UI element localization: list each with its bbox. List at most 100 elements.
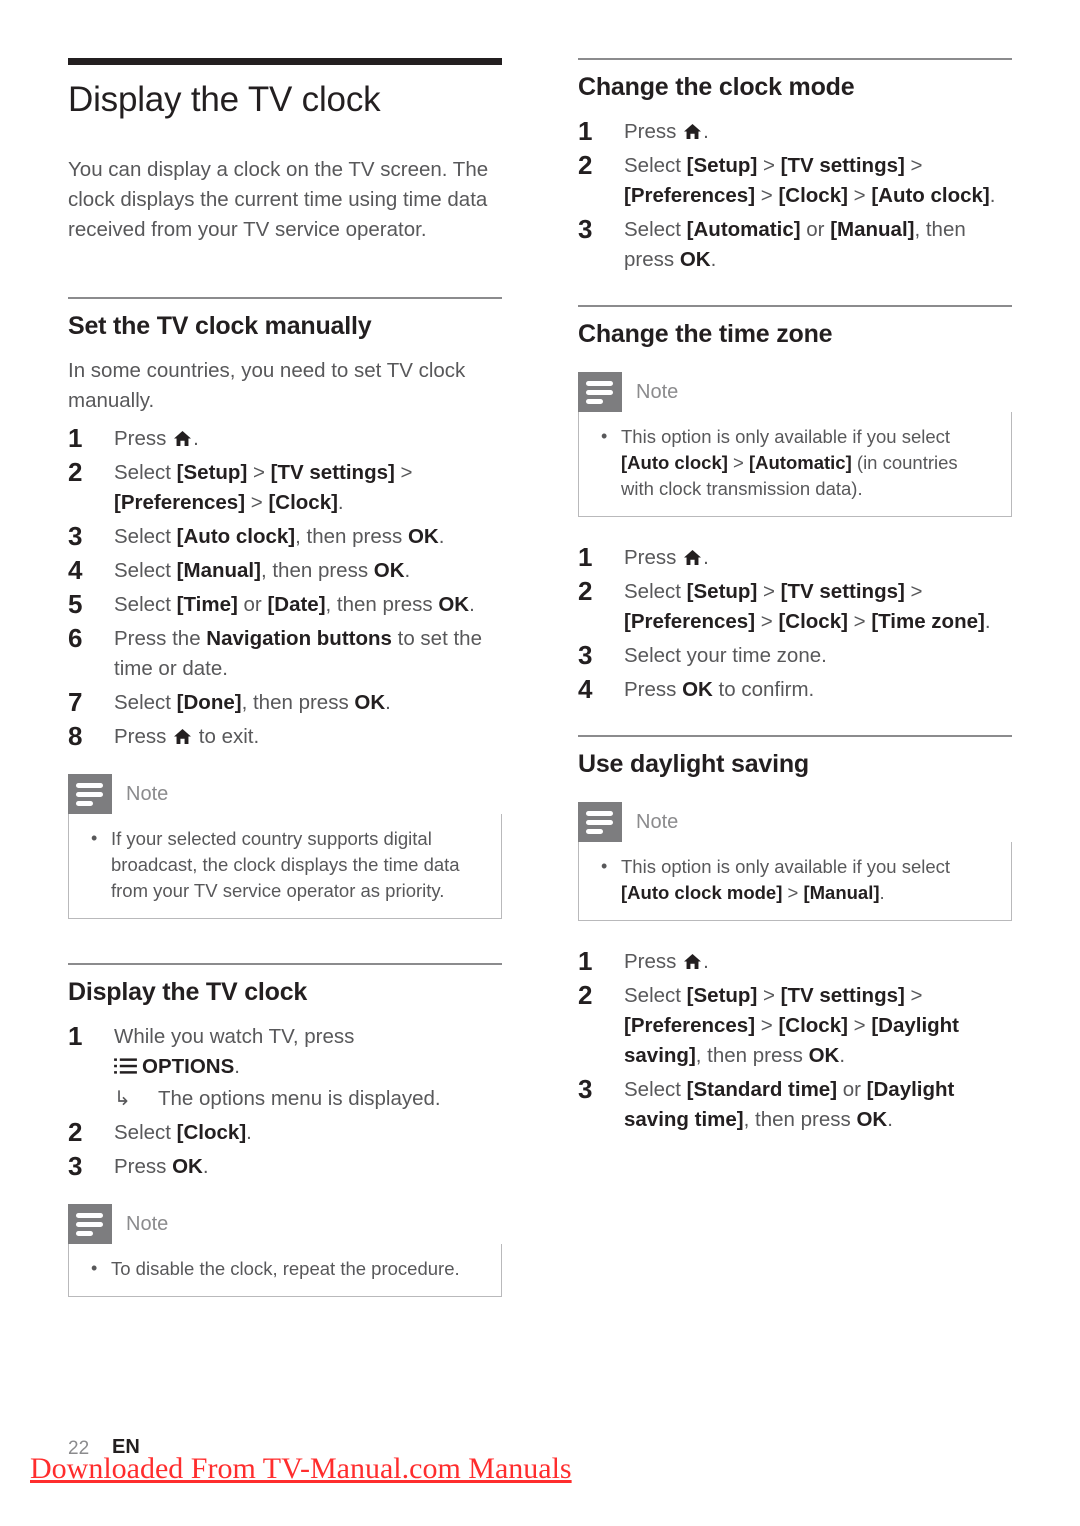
step-number: 3	[68, 521, 83, 551]
list-item: 2 Select [Clock].	[68, 1117, 502, 1148]
page-title: Display the TV clock	[68, 80, 381, 119]
menu-item-label: [Manual]	[803, 882, 880, 903]
menu-item-label: OK	[808, 1044, 840, 1067]
steps-daylight-saving: 1 Press . 2 Select [Setup] > [TV settings] …	[578, 946, 1012, 1135]
menu-item-label: OPTIONS	[142, 1055, 235, 1078]
path-separator: >	[910, 984, 923, 1007]
menu-item-label: [Auto clock]	[621, 452, 728, 473]
note-text: This option is only available if you sel…	[621, 856, 951, 903]
menu-item-label: [Clock]	[268, 491, 338, 514]
menu-item-label: OK	[407, 525, 439, 548]
list-item: 1 Press .	[578, 116, 1012, 147]
step-number: 4	[578, 674, 593, 704]
step-number: 1	[68, 1021, 83, 1051]
note-box-daylight-saving: Note • This option is only available if y…	[578, 802, 1012, 921]
path-separator: >	[910, 154, 923, 177]
menu-item-label: Navigation buttons	[206, 627, 392, 650]
step-text: Select [Manual], then press OK.	[114, 559, 411, 582]
menu-item-label: [Time zone]	[871, 610, 985, 633]
step-text: Press .	[624, 950, 709, 973]
step-number: 2	[578, 980, 593, 1010]
list-item: 4 Press OK to confirm.	[578, 674, 1012, 705]
step-number: 2	[578, 150, 593, 180]
note-list: • This option is only available if you se…	[595, 424, 995, 502]
path-separator: >	[910, 580, 923, 603]
page-columns: Display the TV clock You can display a c…	[68, 58, 1012, 1297]
step-number: 1	[578, 116, 593, 146]
section-rule	[578, 735, 1012, 737]
path-separator: >	[400, 461, 413, 484]
menu-item-label: [Preferences]	[114, 491, 246, 514]
manual-page: Display the TV clock You can display a c…	[0, 0, 1080, 1526]
list-item: 7 Select [Done], then press OK.	[68, 687, 502, 718]
menu-item-label: [TV settings]	[270, 461, 395, 484]
list-item: 3 Select your time zone.	[578, 640, 1012, 671]
list-item: 2 Select [Setup] > [TV settings] > [Prefe…	[578, 150, 1012, 211]
path-separator: >	[762, 984, 775, 1007]
home-icon	[173, 426, 192, 447]
section-heading-time-zone: Change the time zone	[578, 320, 833, 348]
step-number: 3	[68, 1151, 83, 1181]
step-text: Press OK.	[114, 1155, 209, 1178]
step-text: Select [Setup] > [TV settings] > [Prefer…	[624, 984, 960, 1067]
menu-item-label: [Auto clock]	[176, 525, 296, 548]
menu-item-label: [Manual]	[830, 218, 915, 241]
menu-item-label: OK	[354, 691, 386, 714]
menu-item-label: [Preferences]	[624, 1014, 756, 1037]
step-text: Press .	[114, 427, 199, 450]
note-header: Note	[68, 1204, 502, 1244]
step-number: 3	[578, 640, 593, 670]
menu-item-label: OK	[856, 1108, 888, 1131]
step-text: Select [Standard time] or [Daylight savi…	[624, 1078, 955, 1131]
path-separator: >	[760, 610, 773, 633]
note-header: Note	[578, 802, 1012, 842]
note-label: Note	[636, 810, 679, 833]
step-text: While you watch TV, press OPTIONS.	[114, 1025, 355, 1078]
note-text: To disable the clock, repeat the procedu…	[111, 1258, 460, 1279]
note-box-time-zone: Note • This option is only available if y…	[578, 372, 1012, 517]
note-header: Note	[578, 372, 1012, 412]
result-arrow-icon: ↳	[114, 1088, 131, 1110]
step-number: 6	[68, 623, 83, 653]
bullet-icon: •	[91, 1258, 98, 1278]
steps-clock-mode: 1 Press . 2 Select [Setup] > [TV settings] …	[578, 116, 1012, 275]
list-item: 5 Select [Time] or [Date], then press OK.	[68, 589, 502, 620]
step-number: 4	[68, 555, 83, 585]
menu-item-label: [Preferences]	[624, 610, 756, 633]
note-icon	[578, 802, 622, 842]
left-column: Display the TV clock You can display a c…	[68, 58, 502, 1297]
step-number: 1	[68, 423, 83, 453]
path-separator: >	[760, 184, 773, 207]
list-item: 4 Select [Manual], then press OK.	[68, 555, 502, 586]
watermark-text: Downloaded From TV-Manual.com Manuals	[30, 1452, 572, 1485]
steps-time-zone: 1 Press . 2 Select [Setup] > [TV settings] …	[578, 542, 1012, 705]
step-text: Select [Setup] > [TV settings] > [Prefer…	[624, 580, 991, 633]
menu-item-label: OK	[679, 248, 711, 271]
menu-item-label: [Automatic]	[686, 218, 801, 241]
home-icon	[683, 545, 702, 566]
note-text: If your selected country supports digita…	[111, 828, 460, 901]
list-item: 2 Select [Setup] > [TV settings] > [Prefe…	[578, 576, 1012, 637]
step-number: 8	[68, 721, 83, 751]
steps-set-manual: 1 Press . 2 Select [Setup] > [TV settings] …	[68, 423, 502, 752]
step-text: Press the Navigation buttons to set the …	[114, 627, 482, 680]
note-body: • If your selected country supports digit…	[68, 814, 502, 919]
list-item: 2 Select [Setup] > [TV settings] > [Prefe…	[68, 457, 502, 518]
step-text: Select [Automatic] or [Manual], then pre…	[624, 218, 966, 271]
step-number: 7	[68, 687, 83, 717]
menu-item-label: OK	[373, 559, 405, 582]
home-icon	[173, 724, 192, 745]
menu-item-label: [TV settings]	[780, 154, 905, 177]
menu-item-label: [Date]	[267, 593, 326, 616]
step-number: 5	[68, 589, 83, 619]
section-rule	[68, 963, 502, 965]
list-item: 1 Press .	[578, 946, 1012, 977]
menu-item-label: [Setup]	[176, 461, 248, 484]
path-separator: >	[252, 461, 265, 484]
page-footer: 22 EN Downloaded From TV-Manual.com Manu…	[30, 1430, 1012, 1490]
step-number: 1	[578, 946, 593, 976]
step-text: Press to exit.	[114, 724, 260, 748]
step-text: Select [Setup] > [TV settings] > [Prefer…	[624, 154, 996, 207]
title-rule	[68, 58, 502, 65]
section-heading-daylight-saving: Use daylight saving	[578, 750, 809, 778]
